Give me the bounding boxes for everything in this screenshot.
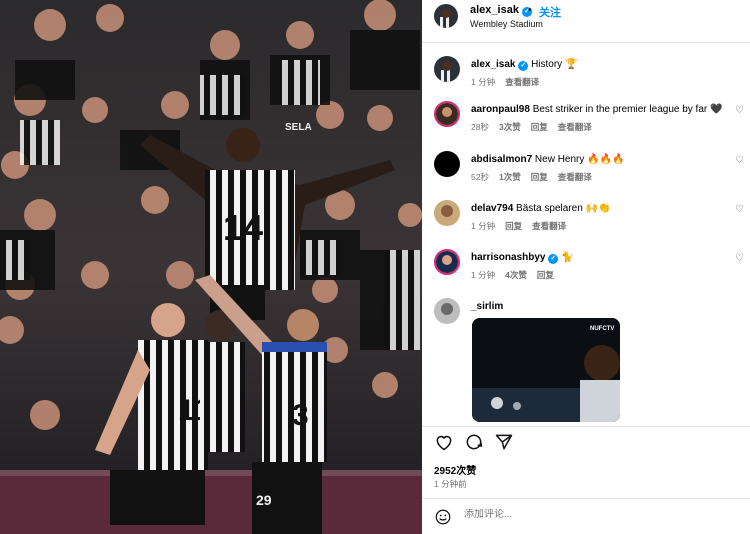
- add-comment-bar: [422, 500, 750, 534]
- author-avatar-small[interactable]: [434, 56, 460, 82]
- verified-badge-icon: ✓: [548, 254, 559, 264]
- like-comment-heart-icon[interactable]: ♡: [735, 105, 744, 116]
- comment-username[interactable]: harrisonashbyy: [471, 252, 545, 263]
- commenter-avatar[interactable]: [434, 200, 460, 226]
- commenter-avatar[interactable]: [434, 249, 460, 275]
- author-username[interactable]: alex_isak ✓: [470, 4, 532, 17]
- comment-text: New Henry: [534, 154, 585, 165]
- post-actions: [422, 432, 750, 454]
- trophy-emoji: 🏆: [564, 59, 578, 70]
- like-comment-heart-icon[interactable]: ♡: [735, 204, 744, 215]
- comment-username[interactable]: abdisalmon7: [471, 154, 532, 165]
- see-translation-button[interactable]: 查看翻译: [558, 172, 592, 182]
- see-translation-button[interactable]: 查看翻译: [505, 77, 539, 87]
- comment-time: 28秒: [471, 122, 489, 132]
- comment-likes[interactable]: 4次赞: [505, 270, 527, 280]
- location-link[interactable]: Wembley Stadium: [470, 19, 543, 29]
- see-translation-button[interactable]: 查看翻译: [532, 221, 566, 231]
- commenter-avatar[interactable]: [434, 101, 460, 127]
- post-caption: alex_isak ✓ History 🏆 1 分钟 查看翻译: [422, 56, 750, 104]
- comment-emoji: 🖤: [710, 104, 723, 115]
- comment-time: 1 分钟: [471, 270, 496, 280]
- like-comment-heart-icon[interactable]: ♡: [735, 253, 744, 264]
- like-comment-heart-icon[interactable]: ♡: [735, 155, 744, 166]
- comment-emoji: 🐈: [561, 252, 574, 263]
- comment-likes[interactable]: 3次赞: [499, 122, 521, 132]
- shirt-number-3: 3: [292, 399, 309, 432]
- comment-emoji: 🔥🔥🔥: [587, 154, 625, 165]
- see-translation-button[interactable]: 查看翻译: [558, 122, 592, 132]
- caption-text: History: [531, 59, 563, 70]
- header-divider: [422, 42, 750, 43]
- reply-button[interactable]: 回复: [531, 172, 548, 182]
- add-comment-input[interactable]: [464, 509, 734, 520]
- likes-count[interactable]: 2952次赞: [434, 462, 476, 477]
- post-photo[interactable]: 14 11 3 29 SELA: [0, 0, 422, 534]
- post-header: alex_isak ✓ • 关注 Wembley Stadium: [422, 0, 750, 35]
- reply-button[interactable]: 回复: [531, 122, 548, 132]
- input-divider: [422, 498, 750, 499]
- caption-username[interactable]: alex_isak: [471, 59, 516, 70]
- caption-time: 1 分钟: [471, 77, 496, 87]
- post-timestamp: 1 分钟前: [434, 479, 467, 489]
- comment-time: 52秒: [471, 172, 489, 182]
- comment-time: 1 分钟: [471, 221, 496, 231]
- reply-button[interactable]: 回复: [537, 270, 554, 280]
- comment-item: aaronpaul98 Best striker in the premier …: [422, 101, 750, 149]
- post-sidebar: alex_isak ✓ • 关注 Wembley Stadium alex_is…: [422, 0, 750, 534]
- follow-button[interactable]: 关注: [539, 4, 561, 20]
- comment-username[interactable]: delav794: [471, 203, 513, 214]
- shirt-number-14: 14: [223, 207, 263, 248]
- reply-button[interactable]: 回复: [505, 221, 522, 231]
- comment-emoji: 🙌👏: [585, 203, 611, 214]
- comment-media-gif[interactable]: NUFCTV: [472, 318, 620, 422]
- celebration-photo: 14 11 3 29 SELA: [0, 0, 422, 534]
- comment-item: abdisalmon7 New Henry 🔥🔥🔥 ♡ 52秒 1次赞 回复 查看翻译: [422, 151, 750, 199]
- comment-likes[interactable]: 1次赞: [499, 172, 521, 182]
- comment-item: harrisonashbyy ✓ 🐈 ♡ 1 分钟 4次赞 回复: [422, 249, 750, 297]
- separator-dot: •: [528, 4, 532, 16]
- share-icon[interactable]: [494, 432, 514, 452]
- shorts-number-29: 29: [256, 492, 272, 508]
- heart-icon[interactable]: [434, 432, 454, 452]
- crowd-shirt-banner: SELA: [285, 122, 312, 133]
- comment-username[interactable]: aaronpaul98: [471, 104, 530, 115]
- commenter-avatar[interactable]: [434, 298, 460, 324]
- comment-text: Bästa spelaren: [516, 203, 583, 214]
- emoji-icon[interactable]: [434, 508, 452, 526]
- media-watermark: NUFCTV: [590, 326, 614, 332]
- comment-icon[interactable]: [464, 432, 484, 452]
- author-avatar[interactable]: [434, 4, 458, 28]
- comment-text: Best striker in the premier league by fa…: [532, 104, 708, 115]
- comment-username[interactable]: _sirlim: [471, 301, 503, 312]
- comment-item: delav794 Bästa spelaren 🙌👏 ♡ 1 分钟 回复 查看翻译: [422, 200, 750, 248]
- commenter-avatar[interactable]: [434, 151, 460, 177]
- verified-badge-icon: ✓: [518, 61, 529, 71]
- actions-divider: [422, 426, 750, 427]
